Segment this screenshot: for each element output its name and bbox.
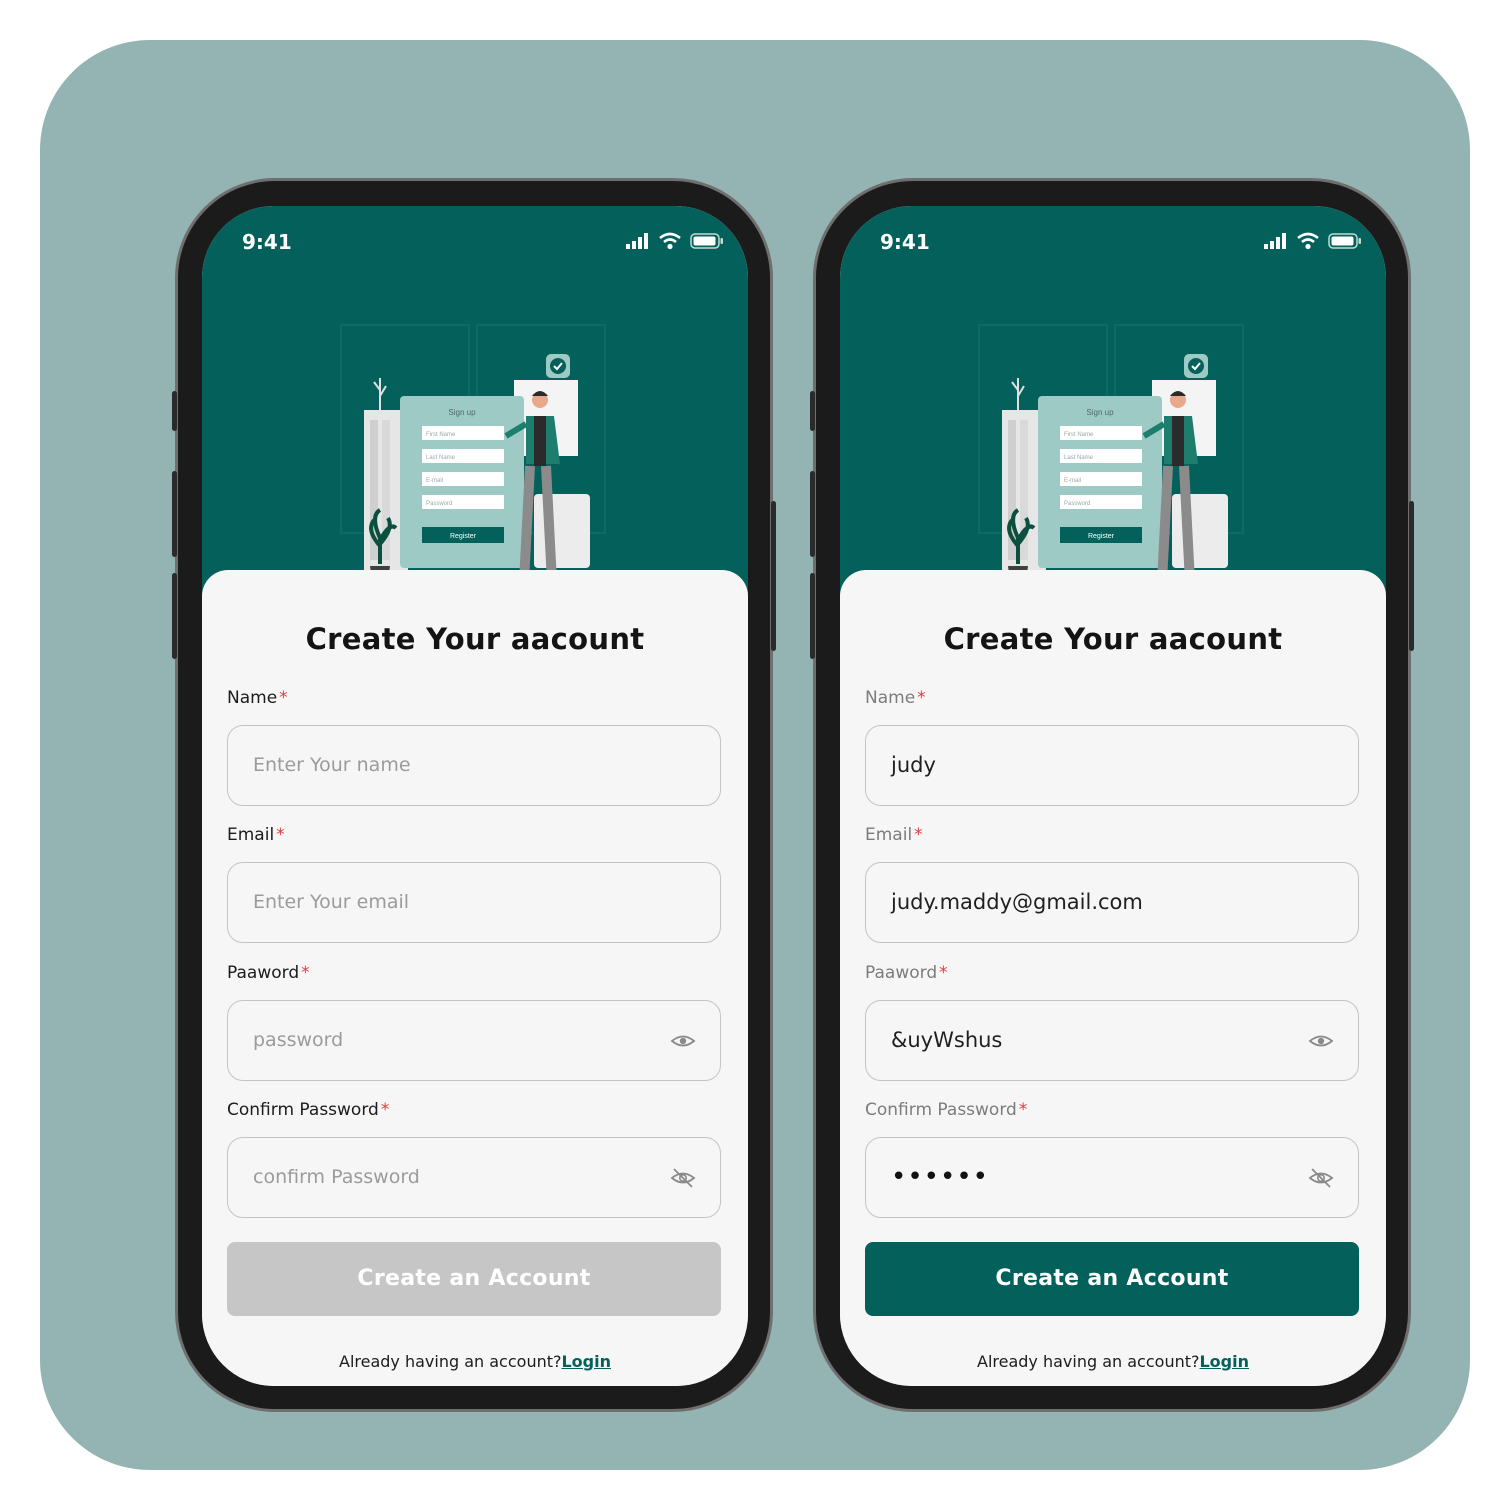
battery-icon — [1328, 233, 1361, 249]
email-field[interactable]: judy.maddy@gmail.com — [865, 862, 1359, 943]
svg-text:Sign up: Sign up — [1086, 408, 1114, 417]
create-account-button[interactable]: Create an Account — [865, 1242, 1359, 1316]
confirm-password-value: •••••• — [891, 1162, 990, 1192]
confirm-password-label: Confirm Password * — [227, 1100, 390, 1120]
signal-icon — [1264, 233, 1286, 249]
password-field[interactable]: password — [227, 1000, 721, 1081]
required-asterisk: * — [276, 825, 285, 845]
status-icons — [626, 232, 724, 250]
eye-icon[interactable] — [1308, 1029, 1334, 1053]
required-asterisk: * — [279, 688, 288, 708]
svg-text:Password: Password — [426, 501, 452, 507]
eye-off-icon[interactable] — [670, 1166, 696, 1190]
phone-left: 9:41 Sign up First Name Last Name E-mail… — [172, 178, 776, 1412]
svg-text:Last Name: Last Name — [1064, 455, 1094, 461]
signup-illustration: Sign up First Name Last Name E-mail Pass… — [340, 324, 606, 602]
svg-text:Last Name: Last Name — [426, 455, 456, 461]
email-placeholder: Enter Your email — [253, 891, 410, 913]
password-label: Paaword * — [865, 963, 948, 983]
login-prompt: Already having an account?Login — [840, 1352, 1386, 1371]
status-icons — [1264, 232, 1362, 250]
required-asterisk: * — [1018, 1100, 1028, 1120]
volume-down-button — [172, 573, 177, 659]
create-account-button[interactable]: Create an Account — [227, 1242, 721, 1316]
svg-text:E-mail: E-mail — [426, 478, 443, 484]
password-placeholder: password — [253, 1029, 344, 1051]
hero-banner: 9:41 Sign up First Name Last Name E-mail… — [840, 206, 1386, 606]
confirm-password-placeholder: confirm Password — [253, 1166, 420, 1188]
svg-text:Password: Password — [1064, 501, 1090, 507]
eye-icon[interactable] — [670, 1029, 696, 1053]
mute-switch — [172, 391, 177, 431]
signup-illustration: Sign up First Name Last Name E-mail Pass… — [978, 324, 1244, 602]
login-link[interactable]: Login — [1199, 1352, 1249, 1371]
volume-up-button — [810, 471, 815, 557]
required-asterisk: * — [914, 825, 923, 845]
required-asterisk: * — [380, 1100, 390, 1120]
login-prompt: Already having an account?Login — [202, 1352, 748, 1371]
confirm-password-field[interactable]: confirm Password — [227, 1137, 721, 1218]
name-label: Name * — [865, 688, 926, 708]
wifi-icon — [1297, 232, 1319, 250]
login-link[interactable]: Login — [561, 1352, 611, 1371]
mute-switch — [810, 391, 815, 431]
background-canvas: 9:41 Sign up First Name Last Name E-mail… — [40, 40, 1470, 1470]
name-label: Name * — [227, 688, 288, 708]
login-prompt-text: Already having an account? — [339, 1352, 562, 1371]
svg-text:Register: Register — [1088, 533, 1115, 540]
power-button — [1409, 501, 1414, 651]
status-time: 9:41 — [242, 230, 292, 254]
required-asterisk: * — [917, 688, 926, 708]
svg-text:First Name: First Name — [1064, 432, 1094, 438]
email-field[interactable]: Enter Your email — [227, 862, 721, 943]
page-title: Create Your aacount — [305, 622, 645, 656]
svg-text:E-mail: E-mail — [1064, 478, 1081, 484]
phone-right: 9:41 Sign up First Name Last Name E-mail… — [810, 178, 1414, 1412]
status-time: 9:41 — [880, 230, 930, 254]
name-field[interactable]: judy — [865, 725, 1359, 806]
svg-text:Register: Register — [450, 533, 477, 540]
login-prompt-text: Already having an account? — [977, 1352, 1200, 1371]
page-title: Create Your aacount — [943, 622, 1283, 656]
svg-text:Sign up: Sign up — [448, 408, 476, 417]
password-value: &uyWshus — [891, 1028, 1003, 1052]
password-field[interactable]: &uyWshus — [865, 1000, 1359, 1081]
email-label: Email * — [227, 825, 285, 845]
name-placeholder: Enter Your name — [253, 754, 411, 776]
screen-filled: 9:41 Sign up First Name Last Name E-mail… — [840, 206, 1386, 1386]
required-asterisk: * — [939, 963, 948, 983]
wifi-icon — [659, 232, 681, 250]
power-button — [771, 501, 776, 651]
required-asterisk: * — [301, 963, 310, 983]
volume-up-button — [172, 471, 177, 557]
name-field[interactable]: Enter Your name — [227, 725, 721, 806]
volume-down-button — [810, 573, 815, 659]
email-value: judy.maddy@gmail.com — [891, 890, 1143, 914]
signal-icon — [626, 233, 648, 249]
password-label: Paaword * — [227, 963, 310, 983]
svg-text:First Name: First Name — [426, 432, 456, 438]
screen-empty: 9:41 Sign up First Name Last Name E-mail… — [202, 206, 748, 1386]
eye-off-icon[interactable] — [1308, 1166, 1334, 1190]
email-label: Email * — [865, 825, 923, 845]
confirm-password-label: Confirm Password * — [865, 1100, 1028, 1120]
hero-banner: 9:41 Sign up First Name Last Name E-mail… — [202, 206, 748, 606]
name-value: judy — [891, 753, 936, 777]
battery-icon — [690, 233, 723, 249]
confirm-password-field[interactable]: •••••• — [865, 1137, 1359, 1218]
